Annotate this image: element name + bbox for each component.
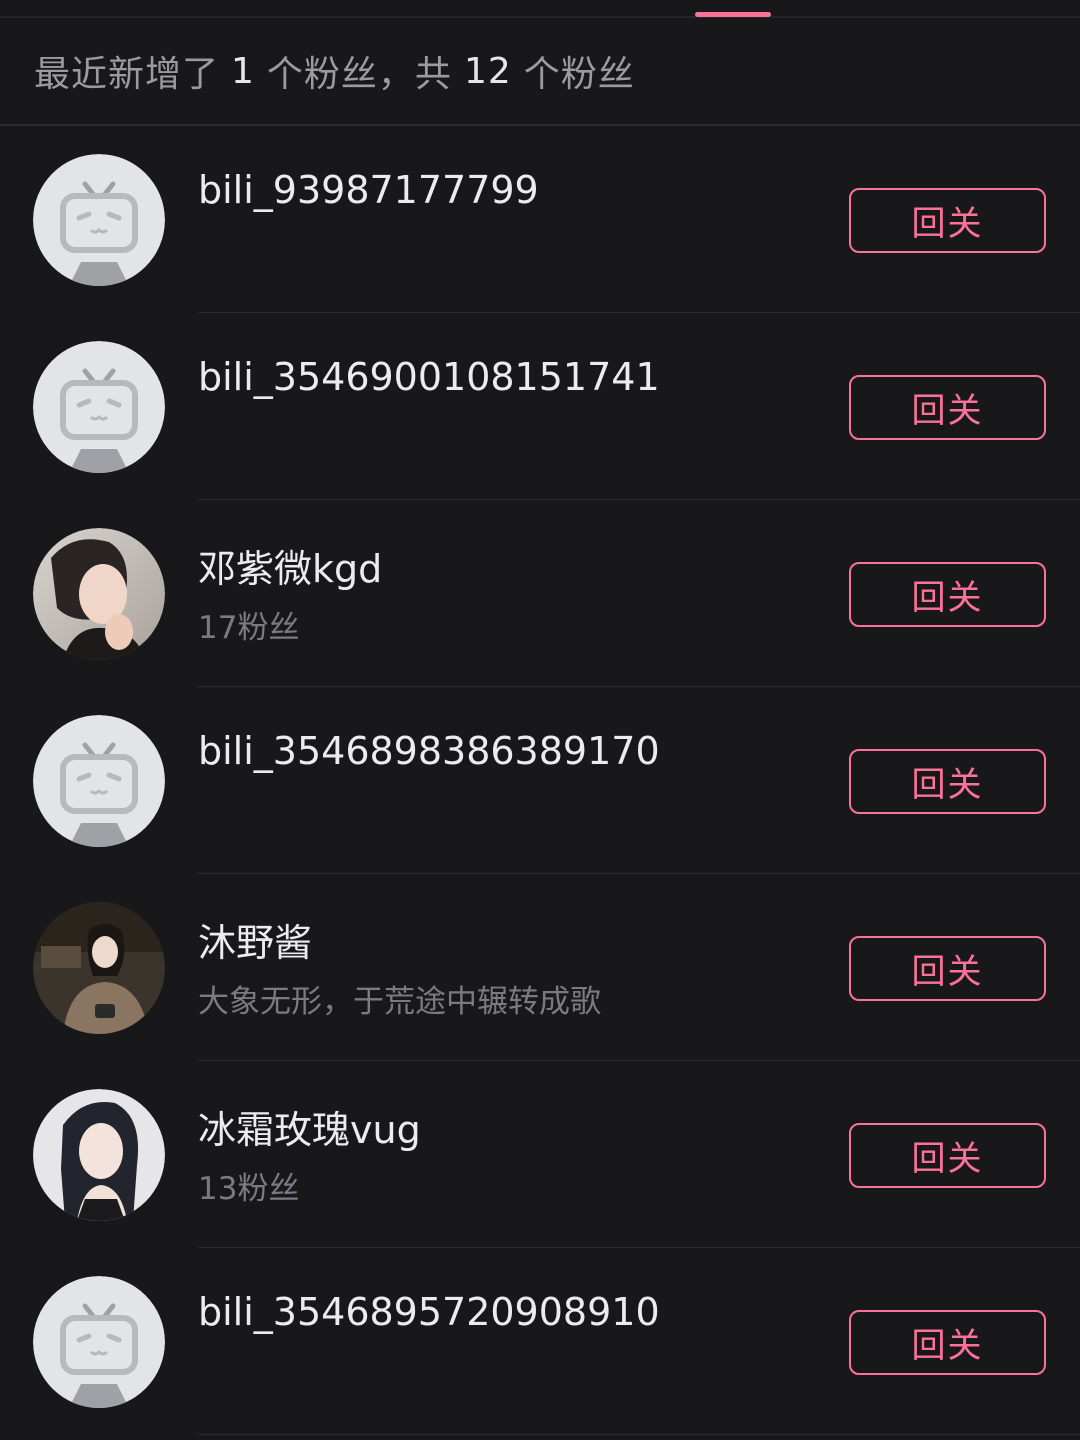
fans-list: bili_93987177799 回关 bili_354690010815174… bbox=[0, 126, 1080, 1435]
active-tab-indicator bbox=[695, 12, 771, 17]
new-fans-count: 1 bbox=[231, 50, 255, 92]
row-divider bbox=[198, 1434, 1080, 1435]
default-tv-avatar-icon[interactable] bbox=[33, 1276, 165, 1408]
summary-middle: 个粉丝，共 bbox=[266, 54, 452, 95]
follow-back-button[interactable]: 回关 bbox=[849, 1123, 1046, 1188]
photo-avatar[interactable] bbox=[33, 902, 165, 1034]
fan-username[interactable]: 邓紫微kgd bbox=[198, 538, 382, 593]
fans-summary: 最近新增了 1 个粉丝，共 12 个粉丝 bbox=[0, 18, 1080, 126]
default-tv-avatar-icon[interactable] bbox=[33, 341, 165, 473]
default-tv-avatar-icon[interactable] bbox=[33, 715, 165, 847]
fan-row[interactable]: 邓紫微kgd 17粉丝 回关 bbox=[0, 500, 1080, 687]
summary-suffix: 个粉丝 bbox=[523, 54, 635, 95]
fan-row[interactable]: bili_3546895720908910 回关 bbox=[0, 1248, 1080, 1435]
follow-back-button[interactable]: 回关 bbox=[849, 188, 1046, 253]
follow-back-button[interactable]: 回关 bbox=[849, 749, 1046, 814]
fan-username[interactable]: bili_93987177799 bbox=[198, 168, 539, 212]
fan-row[interactable]: bili_93987177799 回关 bbox=[0, 126, 1080, 313]
fan-subtitle: 17粉丝 bbox=[198, 610, 300, 646]
fan-username[interactable]: bili_3546900108151741 bbox=[198, 355, 660, 399]
fan-subtitle: 大象无形，于荒途中辗转成歌 bbox=[198, 984, 601, 1020]
fan-username[interactable]: 沐野酱 bbox=[198, 912, 312, 967]
fan-row[interactable]: bili_3546900108151741 回关 bbox=[0, 313, 1080, 500]
fan-row[interactable]: bili_3546898386389170 回关 bbox=[0, 687, 1080, 874]
photo-avatar[interactable] bbox=[33, 528, 165, 660]
fan-row[interactable]: 沐野酱 大象无形，于荒途中辗转成歌 回关 bbox=[0, 874, 1080, 1061]
fan-row[interactable]: 冰霜玫瑰vug 13粉丝 回关 bbox=[0, 1061, 1080, 1248]
top-tab-bar bbox=[0, 0, 1080, 18]
summary-prefix: 最近新增了 bbox=[34, 54, 220, 95]
follow-back-button[interactable]: 回关 bbox=[849, 562, 1046, 627]
follow-back-button[interactable]: 回关 bbox=[849, 1310, 1046, 1375]
photo-avatar[interactable] bbox=[33, 1089, 165, 1221]
default-tv-avatar-icon[interactable] bbox=[33, 154, 165, 286]
fan-subtitle: 13粉丝 bbox=[198, 1171, 300, 1207]
total-fans-count: 12 bbox=[463, 50, 512, 92]
follow-back-button[interactable]: 回关 bbox=[849, 936, 1046, 1001]
fan-username[interactable]: bili_3546898386389170 bbox=[198, 729, 660, 773]
fan-username[interactable]: 冰霜玫瑰vug bbox=[198, 1099, 421, 1154]
follow-back-button[interactable]: 回关 bbox=[849, 375, 1046, 440]
fan-username[interactable]: bili_3546895720908910 bbox=[198, 1290, 660, 1334]
